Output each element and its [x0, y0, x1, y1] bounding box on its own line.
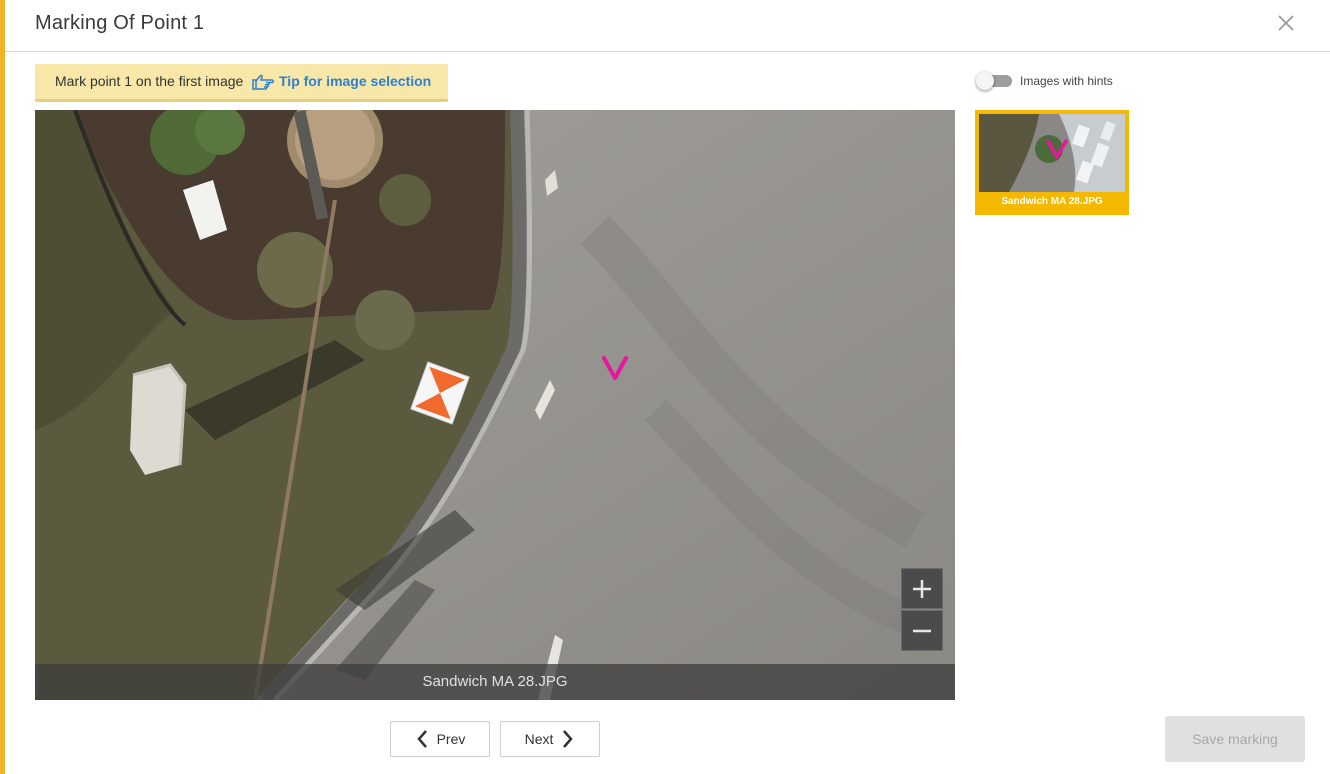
marking-dialog: Marking Of Point 1 Mark point 1 on the f…: [0, 0, 1330, 774]
thumbnail-label: Sandwich MA 28.JPG: [1001, 196, 1103, 207]
save-label: Save marking: [1192, 731, 1278, 747]
prev-button[interactable]: Prev: [390, 721, 490, 757]
instruction-text: Mark point 1 on the first image: [55, 73, 244, 89]
dialog-title: Marking Of Point 1: [35, 12, 205, 34]
image-viewer[interactable]: Sandwich MA 28.JPG: [35, 110, 955, 700]
zoom-controls: [901, 568, 943, 652]
thumbnail-item[interactable]: Sandwich MA 28.JPG: [975, 110, 1129, 215]
dialog-header: Marking Of Point 1: [5, 0, 1330, 52]
aerial-photo: [35, 110, 955, 700]
instruction-banner: Mark point 1 on the first image Tip for …: [35, 64, 448, 102]
chevron-right-icon: [563, 730, 574, 748]
hints-label: Images with hints: [1020, 74, 1113, 88]
next-label: Next: [524, 731, 554, 747]
tip-label: Tip for image selection: [279, 73, 432, 89]
thumbnail-image: [979, 114, 1125, 192]
chevron-left-icon: [416, 730, 427, 748]
prev-label: Prev: [436, 731, 466, 747]
plus-icon: [913, 579, 931, 598]
next-button[interactable]: Next: [500, 721, 600, 757]
close-icon[interactable]: [1275, 12, 1297, 34]
switch-knob: [976, 72, 994, 90]
minus-icon: [913, 629, 931, 632]
pointing-hand-icon: [252, 74, 274, 90]
hints-toggle: Images with hints: [976, 72, 1113, 90]
image-caption: Sandwich MA 28.JPG: [35, 664, 955, 700]
hints-switch[interactable]: [976, 72, 1012, 90]
zoom-in-button[interactable]: [901, 568, 943, 609]
tip-link[interactable]: Tip for image selection: [251, 71, 431, 91]
accent-bar: [0, 0, 5, 774]
zoom-out-button[interactable]: [901, 610, 943, 651]
save-marking-button[interactable]: Save marking: [1165, 716, 1305, 762]
